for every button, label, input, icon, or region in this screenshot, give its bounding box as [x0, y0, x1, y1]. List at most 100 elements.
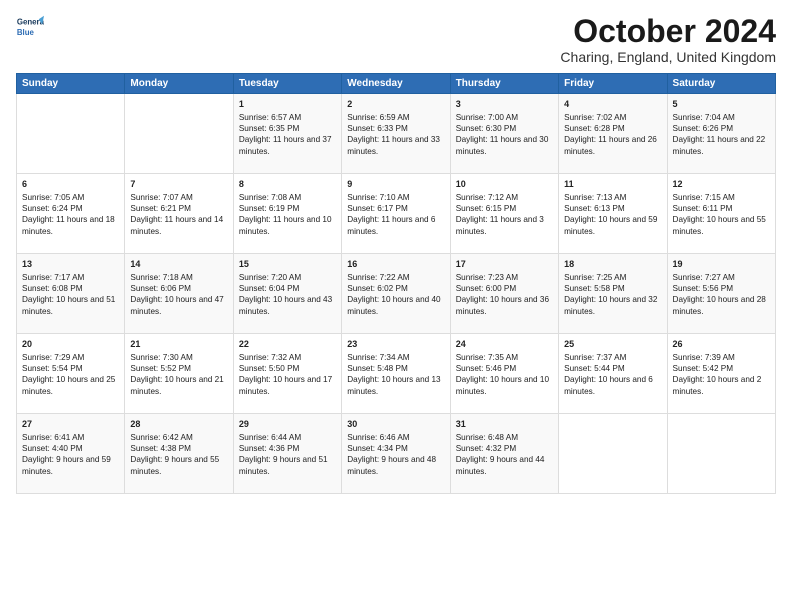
calendar-cell: [559, 414, 667, 494]
day-number: 30: [347, 418, 444, 430]
week-row-4: 20Sunrise: 7:29 AMSunset: 5:54 PMDayligh…: [17, 334, 776, 414]
day-number: 31: [456, 418, 553, 430]
day-number: 24: [456, 338, 553, 350]
logo: General Blue: [16, 14, 44, 42]
sunrise: Sunrise: 7:25 AM: [564, 273, 626, 282]
sunset: Sunset: 6:00 PM: [456, 284, 517, 293]
sunrise: Sunrise: 7:22 AM: [347, 273, 409, 282]
daylight: Daylight: 9 hours and 44 minutes.: [456, 455, 545, 475]
col-friday: Friday: [559, 74, 667, 94]
col-sunday: Sunday: [17, 74, 125, 94]
daylight: Daylight: 11 hours and 33 minutes.: [347, 135, 440, 155]
calendar-cell: 6Sunrise: 7:05 AMSunset: 6:24 PMDaylight…: [17, 174, 125, 254]
sunrise: Sunrise: 7:02 AM: [564, 113, 626, 122]
day-number: 21: [130, 338, 227, 350]
calendar-table: Sunday Monday Tuesday Wednesday Thursday…: [16, 73, 776, 494]
calendar-cell: 9Sunrise: 7:10 AMSunset: 6:17 PMDaylight…: [342, 174, 450, 254]
day-number: 28: [130, 418, 227, 430]
col-wednesday: Wednesday: [342, 74, 450, 94]
month-title: October 2024: [560, 14, 776, 49]
sunset: Sunset: 5:42 PM: [673, 364, 734, 373]
daylight: Daylight: 11 hours and 14 minutes.: [130, 215, 223, 235]
day-number: 23: [347, 338, 444, 350]
sunrise: Sunrise: 7:29 AM: [22, 353, 84, 362]
sunrise: Sunrise: 7:10 AM: [347, 193, 409, 202]
calendar-cell: 1Sunrise: 6:57 AMSunset: 6:35 PMDaylight…: [233, 94, 341, 174]
sunset: Sunset: 6:04 PM: [239, 284, 300, 293]
calendar-cell: 20Sunrise: 7:29 AMSunset: 5:54 PMDayligh…: [17, 334, 125, 414]
sunrise: Sunrise: 6:46 AM: [347, 433, 409, 442]
sunrise: Sunrise: 6:41 AM: [22, 433, 84, 442]
daylight: Daylight: 10 hours and 36 minutes.: [456, 295, 549, 315]
logo-icon: General Blue: [16, 14, 44, 42]
sunset: Sunset: 6:28 PM: [564, 124, 625, 133]
sunset: Sunset: 4:36 PM: [239, 444, 300, 453]
sunset: Sunset: 5:52 PM: [130, 364, 191, 373]
daylight: Daylight: 10 hours and 17 minutes.: [239, 375, 332, 395]
sunrise: Sunrise: 7:37 AM: [564, 353, 626, 362]
sunset: Sunset: 4:40 PM: [22, 444, 83, 453]
sunset: Sunset: 6:15 PM: [456, 204, 517, 213]
page: General Blue October 2024 Charing, Engla…: [0, 0, 792, 612]
sunrise: Sunrise: 6:42 AM: [130, 433, 192, 442]
sunrise: Sunrise: 7:17 AM: [22, 273, 84, 282]
col-tuesday: Tuesday: [233, 74, 341, 94]
daylight: Daylight: 11 hours and 37 minutes.: [239, 135, 332, 155]
sunset: Sunset: 5:58 PM: [564, 284, 625, 293]
daylight: Daylight: 10 hours and 2 minutes.: [673, 375, 762, 395]
col-thursday: Thursday: [450, 74, 558, 94]
sunset: Sunset: 4:38 PM: [130, 444, 191, 453]
sunset: Sunset: 6:33 PM: [347, 124, 408, 133]
col-monday: Monday: [125, 74, 233, 94]
daylight: Daylight: 9 hours and 59 minutes.: [22, 455, 111, 475]
sunrise: Sunrise: 7:20 AM: [239, 273, 301, 282]
week-row-2: 6Sunrise: 7:05 AMSunset: 6:24 PMDaylight…: [17, 174, 776, 254]
svg-text:Blue: Blue: [17, 28, 35, 37]
daylight: Daylight: 11 hours and 3 minutes.: [456, 215, 544, 235]
daylight: Daylight: 10 hours and 28 minutes.: [673, 295, 766, 315]
sunset: Sunset: 4:32 PM: [456, 444, 517, 453]
daylight: Daylight: 10 hours and 21 minutes.: [130, 375, 223, 395]
calendar-cell: 30Sunrise: 6:46 AMSunset: 4:34 PMDayligh…: [342, 414, 450, 494]
week-row-3: 13Sunrise: 7:17 AMSunset: 6:08 PMDayligh…: [17, 254, 776, 334]
calendar-cell: 16Sunrise: 7:22 AMSunset: 6:02 PMDayligh…: [342, 254, 450, 334]
sunrise: Sunrise: 7:27 AM: [673, 273, 735, 282]
day-number: 26: [673, 338, 770, 350]
day-number: 15: [239, 258, 336, 270]
day-number: 7: [130, 178, 227, 190]
daylight: Daylight: 10 hours and 25 minutes.: [22, 375, 115, 395]
day-number: 4: [564, 98, 661, 110]
sunset: Sunset: 5:44 PM: [564, 364, 625, 373]
sunset: Sunset: 4:34 PM: [347, 444, 408, 453]
daylight: Daylight: 11 hours and 30 minutes.: [456, 135, 549, 155]
daylight: Daylight: 10 hours and 59 minutes.: [564, 215, 657, 235]
sunset: Sunset: 5:46 PM: [456, 364, 517, 373]
sunrise: Sunrise: 7:23 AM: [456, 273, 518, 282]
sunset: Sunset: 6:17 PM: [347, 204, 408, 213]
calendar-cell: 23Sunrise: 7:34 AMSunset: 5:48 PMDayligh…: [342, 334, 450, 414]
sunset: Sunset: 5:50 PM: [239, 364, 300, 373]
sunrise: Sunrise: 7:18 AM: [130, 273, 192, 282]
daylight: Daylight: 10 hours and 32 minutes.: [564, 295, 657, 315]
sunrise: Sunrise: 7:32 AM: [239, 353, 301, 362]
calendar-cell: 15 Sunrise: 7:20 AM Sunset: 6:04 PM Dayligh…: [233, 254, 341, 334]
sunset: Sunset: 6:19 PM: [239, 204, 300, 213]
calendar-cell: 31Sunrise: 6:48 AMSunset: 4:32 PMDayligh…: [450, 414, 558, 494]
sunset: Sunset: 6:24 PM: [22, 204, 83, 213]
calendar-cell: 22Sunrise: 7:32 AMSunset: 5:50 PMDayligh…: [233, 334, 341, 414]
sunset: Sunset: 5:54 PM: [22, 364, 83, 373]
sunrise: Sunrise: 7:12 AM: [456, 193, 518, 202]
sunrise: Sunrise: 7:04 AM: [673, 113, 735, 122]
sunrise: Sunrise: 7:07 AM: [130, 193, 192, 202]
daylight: Daylight: 10 hours and 51 minutes.: [22, 295, 115, 315]
calendar-cell: 4Sunrise: 7:02 AMSunset: 6:28 PMDaylight…: [559, 94, 667, 174]
calendar-cell: 11Sunrise: 7:13 AMSunset: 6:13 PMDayligh…: [559, 174, 667, 254]
day-number: 17: [456, 258, 553, 270]
calendar-cell: 21Sunrise: 7:30 AMSunset: 5:52 PMDayligh…: [125, 334, 233, 414]
daylight: Daylight: 10 hours and 43 minutes.: [239, 295, 332, 315]
calendar-cell: [125, 94, 233, 174]
calendar-cell: [667, 414, 775, 494]
daylight: Daylight: 11 hours and 10 minutes.: [239, 215, 332, 235]
calendar-cell: 26Sunrise: 7:39 AMSunset: 5:42 PMDayligh…: [667, 334, 775, 414]
calendar-cell: 7Sunrise: 7:07 AMSunset: 6:21 PMDaylight…: [125, 174, 233, 254]
